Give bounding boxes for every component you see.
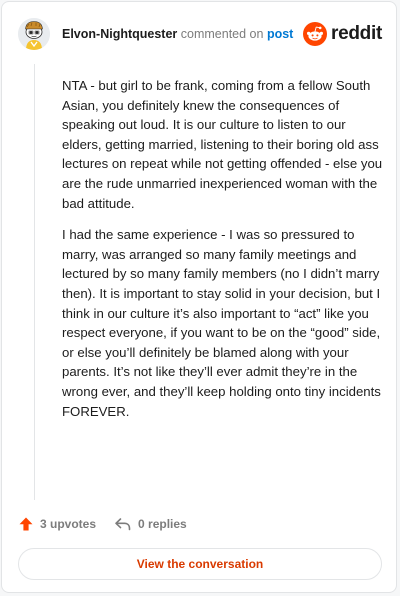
upvote-button[interactable]: 3 upvotes xyxy=(18,516,96,532)
reddit-alien-icon xyxy=(303,22,328,46)
comment-actions: 3 upvotes 0 replies xyxy=(18,514,187,534)
reply-count: 0 replies xyxy=(138,517,187,531)
upvote-count: 3 upvotes xyxy=(40,517,97,531)
comment-card: Elvon-Nightquester commented on post red… xyxy=(1,1,397,593)
comment-paragraph: I had the same experience - I was so pre… xyxy=(62,227,381,419)
comment-body: NTA - but girl to be frank, coming from … xyxy=(62,76,384,433)
snoo-avatar-icon xyxy=(18,18,50,50)
thread-line[interactable] xyxy=(34,64,35,500)
commented-on-text: commented on xyxy=(180,27,264,41)
reply-arrow-icon xyxy=(115,518,131,531)
reply-button[interactable]: 0 replies xyxy=(114,516,187,532)
comment-paragraph: NTA - but girl to be frank, coming from … xyxy=(62,78,383,211)
reddit-wordmark: reddit xyxy=(331,23,382,44)
avatar[interactable] xyxy=(18,18,50,50)
post-link[interactable]: post xyxy=(267,27,293,41)
comment-header: Elvon-Nightquester commented on post red… xyxy=(2,2,396,64)
reddit-logo[interactable]: reddit xyxy=(303,21,382,47)
view-conversation-button[interactable]: View the conversation xyxy=(18,548,382,580)
comment-meta: Elvon-Nightquester commented on post xyxy=(62,27,293,41)
username[interactable]: Elvon-Nightquester xyxy=(62,27,177,41)
upvote-arrow-icon xyxy=(19,517,33,531)
